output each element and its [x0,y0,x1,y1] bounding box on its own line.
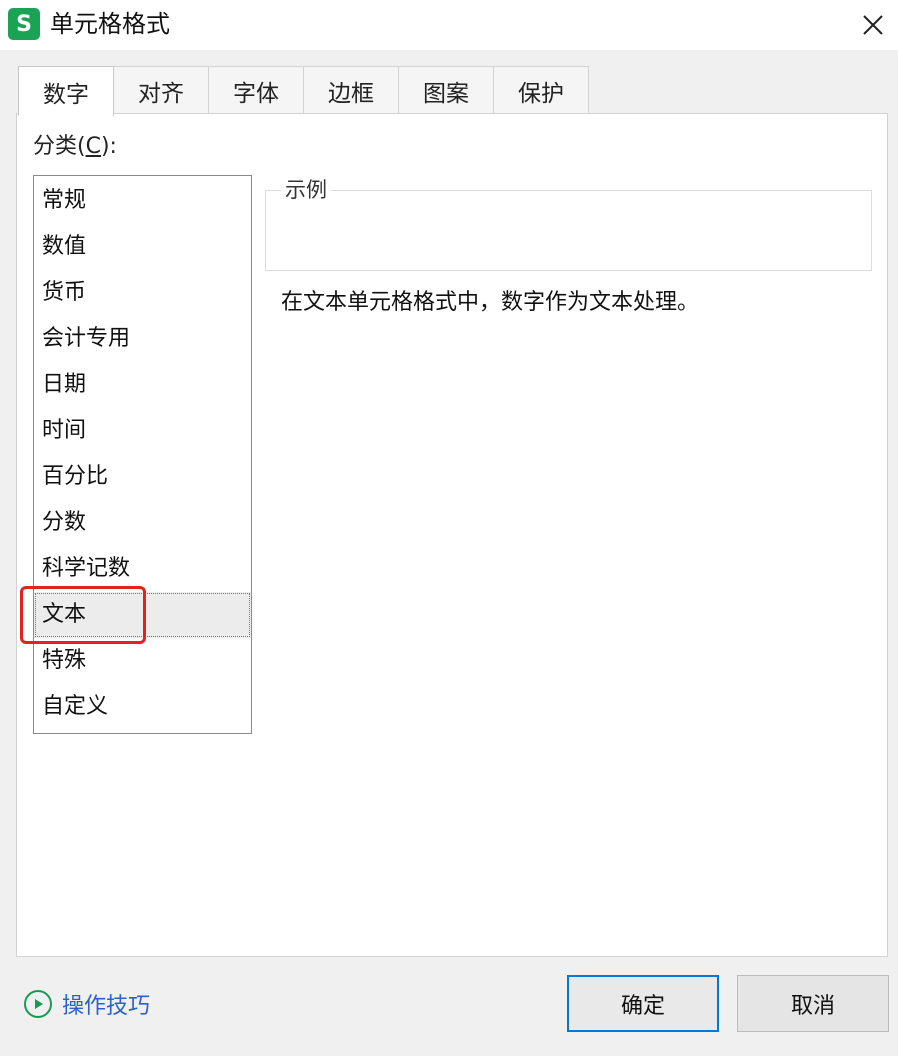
category-item-time[interactable]: 时间 [34,408,251,454]
category-item-general[interactable]: 常规 [34,178,251,224]
play-circle-icon [24,990,52,1018]
example-box [265,190,872,271]
category-item-scientific[interactable]: 科学记数 [34,546,251,592]
tips-link[interactable]: 操作技巧 [24,988,150,1020]
title-bar: S 单元格格式 [0,0,898,50]
category-list[interactable]: 常规 数值 货币 会计专用 日期 时间 百分比 分数 科学记数 文本 特殊 自定… [33,175,252,734]
category-item-text[interactable]: 文本 [34,592,251,638]
category-item-percentage[interactable]: 百分比 [34,454,251,500]
dialog-title: 单元格格式 [50,10,170,38]
tab-panel-number: 分类(C): 常规 数值 货币 会计专用 日期 时间 百分比 分数 科学记数 文… [16,113,888,957]
app-icon: S [8,8,40,40]
tab-pattern[interactable]: 图案 [398,66,494,114]
cancel-button[interactable]: 取消 [737,975,889,1032]
category-item-date[interactable]: 日期 [34,362,251,408]
category-item-special[interactable]: 特殊 [34,638,251,684]
tab-font[interactable]: 字体 [208,66,304,114]
format-description: 在文本单元格格式中，数字作为文本处理。 [281,290,700,315]
tab-border[interactable]: 边框 [303,66,399,114]
close-button[interactable] [848,0,898,50]
close-icon [863,15,883,35]
category-item-accounting[interactable]: 会计专用 [34,316,251,362]
tab-bar: 数字 对齐 字体 边框 图案 保护 [18,66,589,116]
example-legend: 示例 [281,176,331,204]
category-item-custom[interactable]: 自定义 [34,684,251,730]
tab-number[interactable]: 数字 [18,66,114,116]
ok-button[interactable]: 确定 [567,975,719,1032]
category-item-currency[interactable]: 货币 [34,270,251,316]
tab-protection[interactable]: 保护 [493,66,589,114]
category-item-fraction[interactable]: 分数 [34,500,251,546]
category-item-number[interactable]: 数值 [34,224,251,270]
tab-alignment[interactable]: 对齐 [113,66,209,114]
tips-label: 操作技巧 [62,994,151,1019]
category-label: 分类(C): [33,134,117,159]
